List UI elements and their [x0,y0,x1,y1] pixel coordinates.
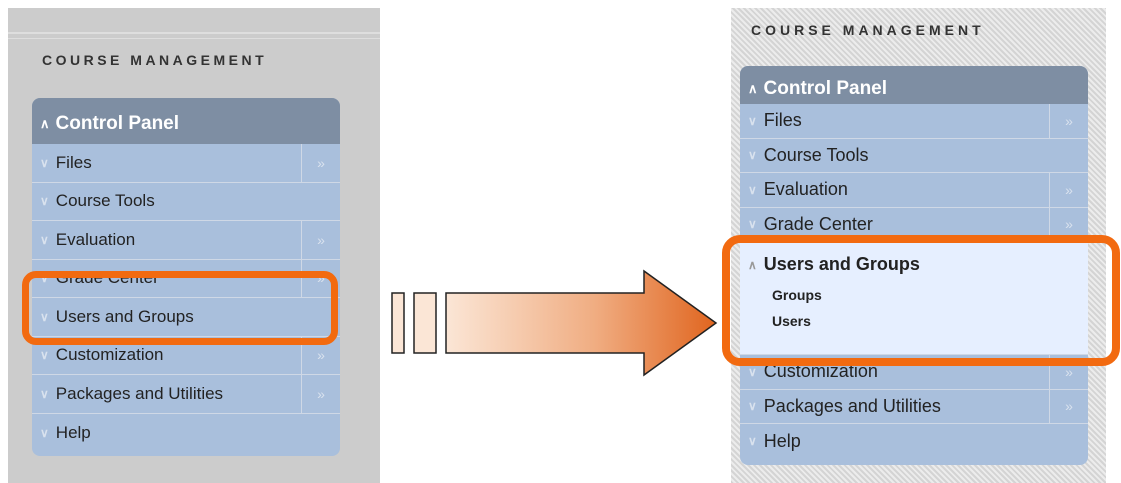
expand-chevron-icon: ∨ [748,113,757,128]
menu-item-label: Files [763,110,802,131]
expand-chevron-icon: ∨ [40,425,49,440]
highlight-box [722,235,1120,366]
menu-item-label: Help [763,430,801,451]
submenu-arrow-icon[interactable]: » [1049,104,1088,138]
expand-chevron-icon: ∨ [40,194,49,209]
expand-chevron-icon: ∨ [40,155,49,170]
menu-item-label: Grade Center [763,213,873,234]
divider [8,32,380,34]
control-panel-label: Control Panel [55,113,180,134]
control-panel-header[interactable]: ∧ Control Panel [32,98,340,144]
menu-item-course-tools[interactable]: ∨ Course Tools [32,183,340,221]
menu-item-label: Customization [55,345,164,365]
collapse-chevron-icon: ∧ [40,116,50,131]
menu-item-label: Evaluation [55,229,136,249]
menu-item-label: Files [55,152,92,172]
expand-chevron-icon: ∨ [40,348,49,363]
menu-item-label: Packages and Utilities [763,395,941,416]
divider [8,38,380,39]
expand-chevron-icon: ∨ [748,217,757,232]
submenu-arrow-icon[interactable]: » [301,221,340,259]
highlight-box [22,271,338,345]
submenu-arrow-icon[interactable]: » [301,375,340,413]
expand-chevron-icon: ∨ [748,148,757,163]
menu-item-evaluation[interactable]: ∨ Evaluation » [740,173,1088,208]
submenu-arrow-icon[interactable]: » [1049,389,1088,423]
menu-item-label: Course Tools [55,191,155,211]
expand-chevron-icon: ∨ [748,434,757,449]
expand-chevron-icon: ∨ [40,386,49,401]
menu-item-label: Evaluation [763,179,848,200]
transition-arrow-icon [391,269,718,377]
menu-item-course-tools[interactable]: ∨ Course Tools [740,139,1088,173]
submenu-arrow-icon[interactable]: » [1049,173,1088,207]
menu-item-help[interactable]: ∨ Help [740,424,1088,459]
menu-item-files[interactable]: ∨ Files » [740,104,1088,139]
expand-chevron-icon: ∨ [748,399,757,414]
right-section-title: COURSE MANAGEMENT [751,22,985,38]
menu-item-evaluation[interactable]: ∨ Evaluation » [32,221,340,260]
control-panel-label: Control Panel [763,78,888,99]
menu-item-label: Help [55,422,91,442]
control-panel-header[interactable]: ∧ Control Panel [740,66,1088,104]
menu-item-packages-and-utilities[interactable]: ∨ Packages and Utilities » [32,375,340,414]
expand-chevron-icon: ∨ [748,182,757,197]
left-section-title: COURSE MANAGEMENT [42,52,268,68]
menu-item-label: Packages and Utilities [55,383,224,403]
menu-item-files[interactable]: ∨ Files » [32,144,340,183]
menu-item-packages-and-utilities[interactable]: ∨ Packages and Utilities » [740,389,1088,424]
menu-item-label: Course Tools [763,144,869,165]
expand-chevron-icon: ∨ [748,364,757,379]
submenu-arrow-icon[interactable]: » [301,144,340,182]
expand-chevron-icon: ∨ [40,232,49,247]
collapse-chevron-icon: ∧ [748,81,758,96]
menu-item-help[interactable]: ∨ Help [32,414,340,453]
